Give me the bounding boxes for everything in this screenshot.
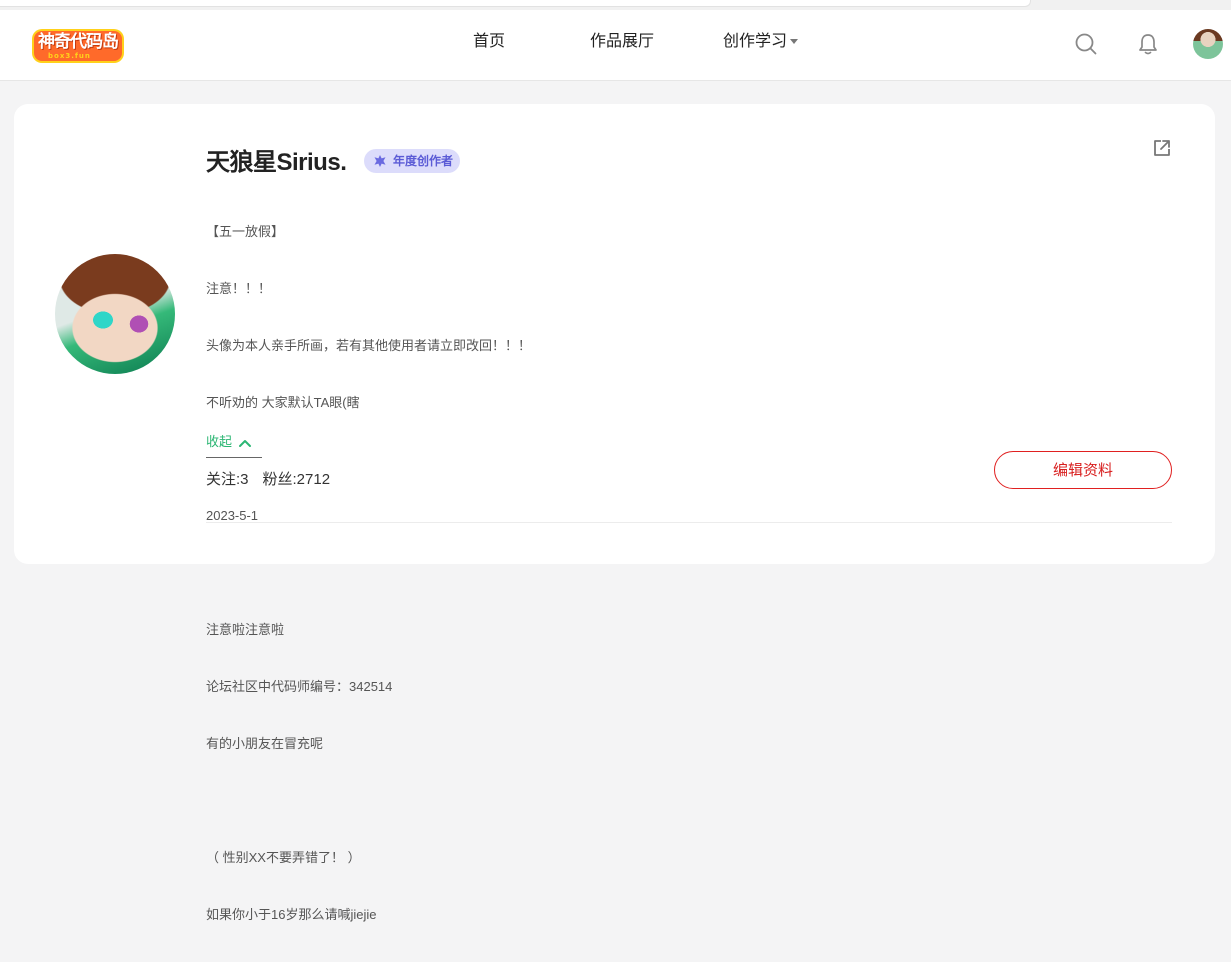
browser-top-strip [0,0,1231,10]
bio-divider [206,457,262,458]
chevron-down-icon [790,39,799,45]
nav-learn-label: 创作学习 [723,33,788,50]
site-header: 神奇代码岛 box3.fun 首页 作品展厅 创作学习 [0,10,1231,81]
collapse-toggle[interactable]: 收起 [206,432,252,451]
bio-line [206,563,531,582]
bell-icon[interactable] [1137,32,1159,56]
logo-text: 神奇代码岛 [38,32,119,52]
user-avatar[interactable] [1193,29,1223,59]
chevron-up-icon [239,439,252,447]
bio-line: 有的小朋友在冒充呢 [206,736,324,751]
collapse-label: 收起 [206,434,233,449]
bio-line: 注意啦注意啦 [206,622,285,637]
followers-count[interactable]: 粉丝:2712 [263,471,331,488]
badge-label: 年度创作者 [393,154,454,168]
profile-name: 天狼星Sirius. [206,149,347,176]
crown-icon [374,155,386,167]
following-count[interactable]: 关注:3 [206,471,249,488]
nav-learn[interactable]: 创作学习 [723,32,799,52]
site-logo[interactable]: 神奇代码岛 box3.fun [34,31,122,61]
bio-line: 注意！！！ [206,281,272,296]
profile-avatar [55,254,175,374]
profile-bio: 【五一放假】 注意！！！ 头像为本人亲手所画，若有其他使用者请立即改回！！！ 不… [206,184,531,962]
top-pill [0,0,1031,7]
bio-line: （ 性别XX不要弄错了！ ） [206,850,361,865]
nav-home[interactable]: 首页 [473,32,505,52]
follow-stats: 关注:3 粉丝:2712 [206,470,344,490]
external-link-icon[interactable] [1152,138,1172,158]
bio-line: 如果你小于16岁那么请喊jiejie [206,907,377,922]
bio-line: 【五一放假】 [206,224,285,239]
section-divider [206,522,1172,523]
edit-profile-button[interactable]: 编辑资料 [994,451,1172,489]
bio-line: 论坛社区中代码师编号：342514 [206,679,393,694]
nav-works[interactable]: 作品展厅 [590,32,654,52]
bio-line: 不听劝的 大家默认TA眼(瞎 [206,395,360,410]
bio-line [206,791,531,810]
logo-subtext: box3.fun [48,52,91,60]
profile-card: 天狼星Sirius. 年度创作者 【五一放假】 注意！！！ 头像为本人亲手所画，… [14,104,1215,922]
search-icon[interactable] [1074,32,1098,56]
bio-line: 头像为本人亲手所画，若有其他使用者请立即改回！！！ [206,338,532,353]
creator-badge: 年度创作者 [364,149,460,173]
